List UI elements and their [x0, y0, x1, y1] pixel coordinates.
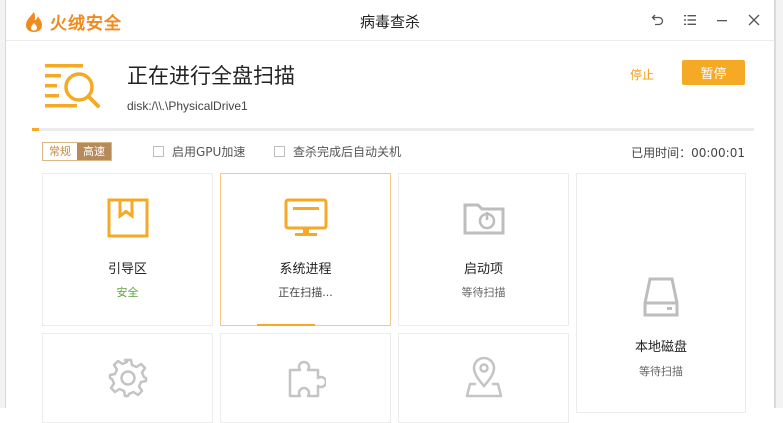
scan-item-card: 本地磁盘 等待扫描	[576, 173, 746, 413]
disk-scan-icon	[45, 64, 100, 108]
menu-button[interactable]	[678, 8, 702, 32]
scan-item-status: 等待扫描	[461, 286, 506, 299]
stop-button[interactable]: 停止	[630, 66, 654, 83]
scan-progress-bar	[32, 128, 754, 131]
scan-item-name: 系统进程	[279, 262, 332, 277]
minimize-button[interactable]	[710, 8, 734, 32]
scan-item-progress-indicator	[257, 324, 315, 326]
monitor-icon	[284, 198, 327, 236]
scan-item-name: 引导区	[107, 262, 147, 277]
background-window-edge	[775, 0, 783, 408]
window-controls	[646, 8, 766, 32]
mode-normal-option[interactable]: 常规	[43, 143, 77, 160]
location-pin-icon	[465, 356, 502, 398]
virus-scan-window: 火绒安全 病毒查杀 正在进行全盘扫描 disk:/\\.\PhysicalDri…	[5, 0, 775, 423]
gpu-acceleration-option[interactable]: 启用GPU加速	[153, 143, 245, 160]
scan-item-status: 正在扫描...	[278, 286, 333, 299]
scan-item-card: 引导区 安全	[42, 173, 213, 326]
scan-item-card: 启动项 等待扫描	[398, 173, 569, 326]
scan-item-card-active: 系统进程 正在扫描...	[220, 173, 391, 326]
elapsed-time: 已用时间：00:00:01	[631, 144, 745, 161]
scan-item-name: 启动项	[463, 262, 503, 277]
scan-item-card	[220, 333, 391, 423]
close-icon	[748, 14, 760, 26]
power-folder-icon	[463, 203, 504, 235]
pause-button[interactable]: 暂停	[682, 60, 745, 85]
scan-mode-toggle: 常规 高速	[42, 142, 112, 161]
auto-shutdown-label: 查杀完成后自动关机	[293, 145, 402, 159]
hard-disk-icon	[643, 277, 679, 317]
scan-progress-fill	[32, 128, 40, 131]
menu-list-icon	[684, 15, 696, 25]
scan-item-card	[42, 333, 213, 423]
minimize-icon	[717, 20, 727, 22]
close-button[interactable]	[742, 8, 766, 32]
bookmark-box-icon	[107, 198, 148, 238]
scan-item-status: 安全	[116, 286, 139, 299]
scan-item-status: 等待扫描	[639, 365, 683, 378]
gpu-checkbox[interactable]	[153, 146, 164, 157]
scan-item-name: 本地磁盘	[634, 340, 687, 355]
auto-shutdown-option[interactable]: 查杀完成后自动关机	[274, 143, 401, 160]
gpu-label: 启用GPU加速	[172, 145, 246, 159]
puzzle-icon	[288, 360, 326, 398]
back-button[interactable]	[646, 8, 670, 32]
mode-fast-option[interactable]: 高速	[77, 143, 111, 160]
elapsed-time-value: 00:00:01	[691, 146, 745, 160]
scan-item-card	[398, 333, 569, 423]
back-arrow-icon	[651, 14, 664, 26]
scan-title: 正在进行全盘扫描	[127, 64, 295, 88]
gear-icon	[108, 358, 147, 398]
auto-shutdown-checkbox[interactable]	[274, 146, 285, 157]
elapsed-time-label: 已用时间：	[631, 146, 692, 160]
scan-current-path: disk:/\\.\PhysicalDrive1	[127, 99, 248, 113]
title-bar[interactable]: 火绒安全 病毒查杀	[6, 0, 774, 41]
